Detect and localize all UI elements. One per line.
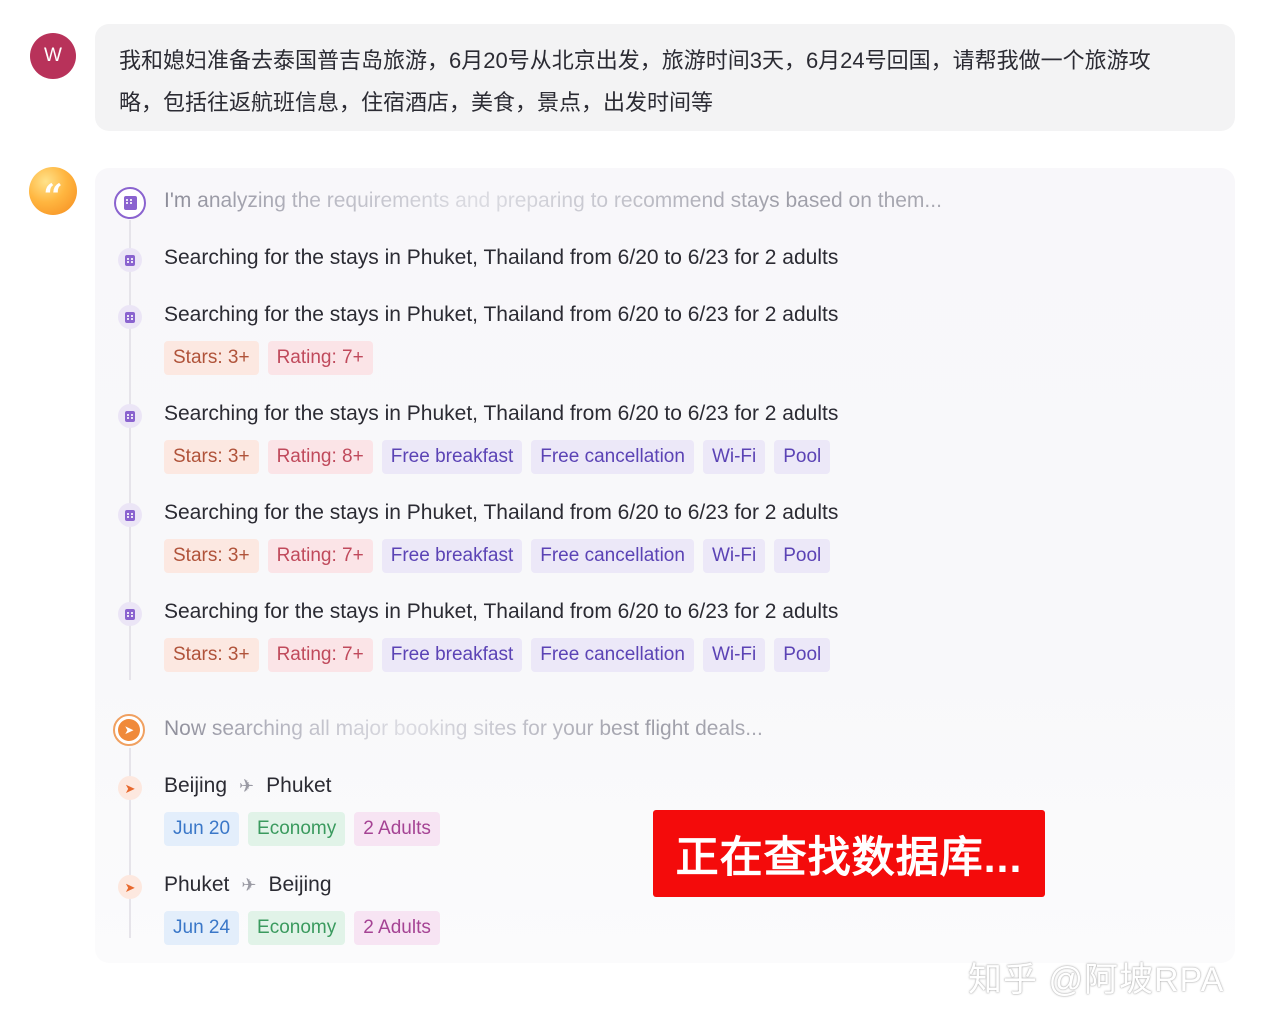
stars-filter-tag: Stars: 3+ <box>164 341 259 375</box>
date-tag: Jun 20 <box>164 812 240 846</box>
flight-route: Beijing ✈ Phuket <box>164 774 332 798</box>
rating-filter-tag: Rating: 7+ <box>267 539 373 573</box>
stars-filter-tag: Stars: 3+ <box>164 638 259 672</box>
cabin-class-tag: Economy <box>248 812 346 846</box>
filter-tags: Stars: 3+ Rating: 7+ <box>164 341 373 375</box>
searching-database-banner: 正在查找数据库... <box>653 810 1045 897</box>
hotel-search-text: Searching for the stays in Phuket, Thail… <box>164 501 839 524</box>
breakfast-filter-tag: Free breakfast <box>381 440 523 474</box>
hotel-search-text: Searching for the stays in Phuket, Thail… <box>164 246 839 269</box>
origin-city: Beijing <box>164 774 228 797</box>
pool-filter-tag: Pool <box>774 440 831 474</box>
breakfast-filter-tag: Free breakfast <box>381 539 523 573</box>
plane-arrow-icon: ✈ <box>239 775 255 796</box>
pool-filter-tag: Pool <box>774 638 831 672</box>
passengers-tag: 2 Adults <box>354 812 440 846</box>
filter-tags: Stars: 3+ Rating: 7+ Free breakfast Free… <box>164 638 831 672</box>
quote-icon: “ <box>43 177 63 217</box>
user-avatar: W <box>30 33 76 79</box>
hotel-search-icon <box>118 602 142 626</box>
airplane-icon: ➤ <box>118 875 142 899</box>
cancellation-filter-tag: Free cancellation <box>531 440 694 474</box>
wifi-filter-tag: Wi-Fi <box>702 440 766 474</box>
cancellation-filter-tag: Free cancellation <box>531 638 694 672</box>
rating-filter-tag: Rating: 7+ <box>267 341 373 375</box>
pool-filter-tag: Pool <box>774 539 831 573</box>
wifi-filter-tag: Wi-Fi <box>702 638 766 672</box>
user-message-line-1: 我和媳妇准备去泰国普吉岛旅游，6月20号从北京出发，旅游时间3天，6月24号回国… <box>119 48 1151 73</box>
passengers-tag: 2 Adults <box>354 911 440 945</box>
flight-status-icon: ➤ <box>113 714 145 746</box>
hotel-search-icon <box>118 404 142 428</box>
flight-route: Phuket ✈ Beijing <box>164 873 332 897</box>
hotel-search-icon <box>118 305 142 329</box>
plane-arrow-icon: ✈ <box>241 874 257 895</box>
user-message-line-2: 略，包括往返航班信息，住宿酒店，美食，景点，出发时间等 <box>119 90 714 115</box>
stars-filter-tag: Stars: 3+ <box>164 440 259 474</box>
flight-tags: Jun 24 Economy 2 Adults <box>164 911 440 945</box>
filter-tags: Stars: 3+ Rating: 7+ Free breakfast Free… <box>164 539 831 573</box>
hotel-search-text: Searching for the stays in Phuket, Thail… <box>164 303 839 326</box>
rating-filter-tag: Rating: 8+ <box>267 440 373 474</box>
rating-filter-tag: Rating: 7+ <box>267 638 373 672</box>
hotel-search-text: Searching for the stays in Phuket, Thail… <box>164 600 839 623</box>
breakfast-filter-tag: Free breakfast <box>381 638 523 672</box>
cancellation-filter-tag: Free cancellation <box>531 539 694 573</box>
cabin-class-tag: Economy <box>248 911 346 945</box>
airplane-icon: ➤ <box>118 776 142 800</box>
stars-filter-tag: Stars: 3+ <box>164 539 259 573</box>
hotel-status-icon <box>114 187 146 219</box>
date-tag: Jun 24 <box>164 911 240 945</box>
destination-city: Beijing <box>268 873 332 896</box>
user-message-bubble: 我和媳妇准备去泰国普吉岛旅游，6月20号从北京出发，旅游时间3天，6月24号回国… <box>95 24 1235 131</box>
flight-tags: Jun 20 Economy 2 Adults <box>164 812 440 846</box>
flight-status-text: Now searching all major booking sites fo… <box>164 717 763 740</box>
filter-tags: Stars: 3+ Rating: 8+ Free breakfast Free… <box>164 440 831 474</box>
wifi-filter-tag: Wi-Fi <box>702 539 766 573</box>
hotel-search-icon <box>118 503 142 527</box>
assistant-avatar: “ <box>29 167 77 215</box>
hotel-search-text: Searching for the stays in Phuket, Thail… <box>164 402 839 425</box>
watermark: 知乎 @阿坡RPA <box>968 961 1225 999</box>
hotel-status-text: I'm analyzing the requirements and prepa… <box>164 189 942 212</box>
destination-city: Phuket <box>266 774 332 797</box>
hotel-search-icon <box>118 248 142 272</box>
origin-city: Phuket <box>164 873 230 896</box>
